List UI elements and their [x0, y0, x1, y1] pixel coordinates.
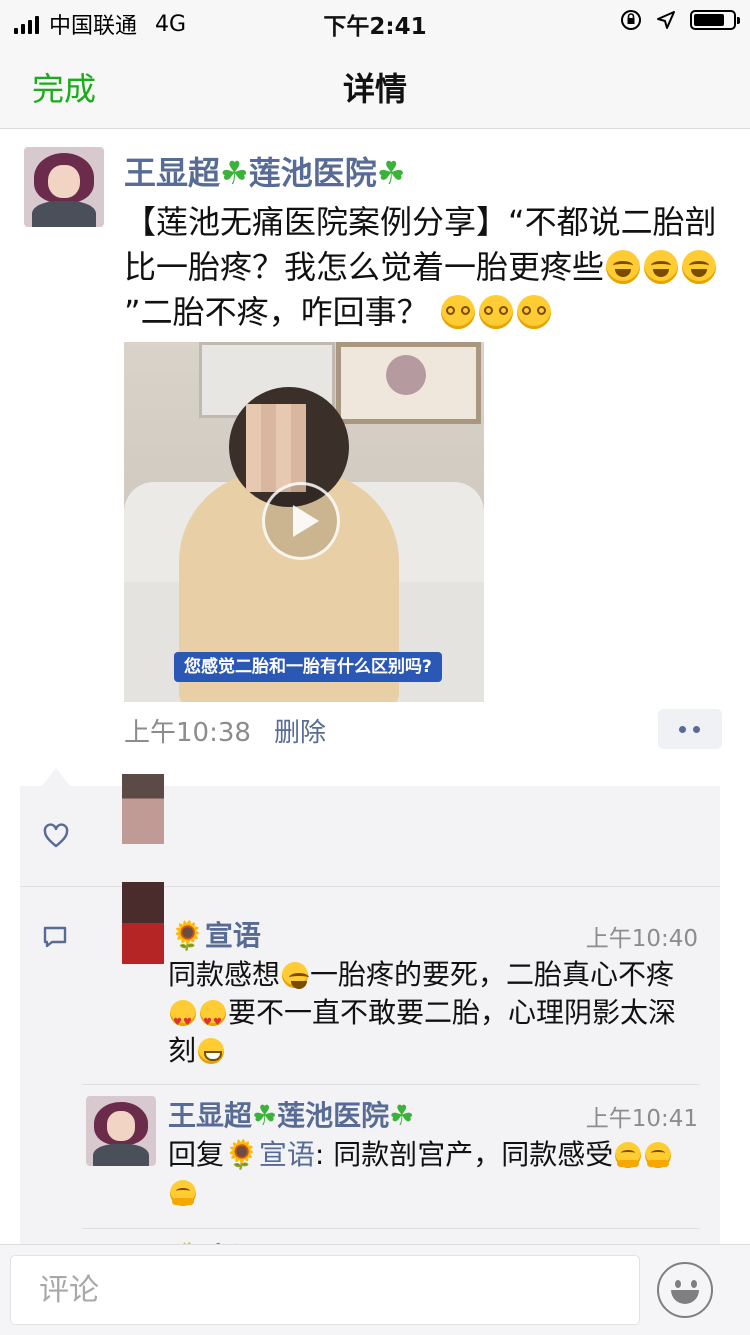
panel-arrow	[42, 768, 70, 786]
hugging-emoji-icon	[170, 1180, 196, 1206]
comment-text-part: 要不一直不敢要二胎，心理阴影太深刻	[168, 996, 677, 1067]
clover-icon: ☘	[376, 154, 406, 192]
reply-text[interactable]: 回复🌻宣语: 同款剖宫产，同款感受	[168, 1136, 700, 1212]
video-caption: 您感觉二胎和一胎有什么区别吗?	[174, 652, 442, 682]
comment-divider	[82, 1228, 700, 1229]
liker-avatar[interactable]	[122, 774, 164, 844]
reply-author-text: 王显超	[168, 1099, 253, 1132]
heart-eyes-emoji-icon	[200, 1000, 226, 1042]
location-icon	[657, 11, 675, 29]
page-title: 详情	[342, 70, 407, 108]
clover-icon: ☘	[389, 1099, 415, 1132]
comment-bar	[0, 1244, 750, 1335]
post-text-part2: ”二胎不疼，咋回事？	[124, 293, 429, 331]
interaction-panel: 🌻宣语 上午10:40 同款感想一胎疼的要死，二胎真心不疼要不一直不敢要二胎，心…	[20, 774, 720, 1274]
wall-picture	[336, 342, 481, 424]
comment-text-part: 同款感想	[168, 958, 281, 991]
comment-input[interactable]	[10, 1255, 640, 1325]
author-name-text: 王显超	[124, 154, 221, 192]
author-org-text: 莲池医院	[248, 154, 377, 192]
flushed-emoji-icon	[478, 295, 513, 329]
author-reply-avatar[interactable]	[86, 1096, 156, 1166]
commenter-name-text: 宣语	[204, 919, 261, 952]
reply-text-body: : 同款剖宫产，同款感受	[314, 1138, 614, 1171]
more-actions-button[interactable]	[658, 709, 722, 749]
tears-of-joy-emoji-icon	[644, 250, 679, 284]
tears-of-joy-emoji-icon	[606, 250, 641, 284]
comment-text-part: 一胎疼的要死，二胎真心不疼	[310, 958, 675, 991]
play-icon[interactable]	[262, 482, 340, 560]
clover-icon: ☘	[220, 154, 249, 192]
comment-divider	[82, 1084, 700, 1085]
status-bar: 中国联通 4G 下午2:41	[0, 0, 750, 42]
clover-icon: ☘	[252, 1099, 278, 1132]
comment-icon	[43, 926, 67, 948]
reply-prefix: 回复	[168, 1138, 225, 1171]
comment-time: 上午10:40	[585, 926, 698, 952]
emoji-button[interactable]	[657, 1262, 713, 1318]
post-text: 【莲池无痛医院案例分享】“不都说二胎剖比一胎疼？我怎么觉着一胎更疼些”二胎不疼，…	[124, 200, 730, 335]
nav-bar: 完成 详情	[0, 42, 750, 129]
likes-row	[20, 774, 720, 887]
reply-org-text: 莲池医院	[277, 1099, 390, 1132]
author-name[interactable]: 王显超☘莲池医院☘	[124, 148, 405, 194]
flushed-emoji-icon	[516, 295, 551, 329]
crying-laughing-emoji-icon	[282, 962, 310, 989]
author-avatar[interactable]	[24, 147, 104, 227]
sunflower-icon: 🌻	[170, 919, 205, 952]
grinning-emoji-icon	[198, 1038, 225, 1064]
heart-eyes-emoji-icon	[170, 1000, 196, 1042]
heart-icon	[43, 823, 69, 848]
reply-author-name[interactable]: 王显超☘莲池医院☘	[168, 1094, 414, 1134]
hugging-emoji-icon	[615, 1142, 642, 1168]
sunflower-icon: 🌻	[224, 1138, 259, 1171]
commenter-avatar[interactable]	[122, 882, 164, 964]
battery-icon	[690, 10, 740, 30]
tears-of-joy-emoji-icon	[682, 250, 717, 284]
hugging-emoji-icon	[645, 1142, 672, 1168]
commenter-name[interactable]: 🌻宣语	[170, 914, 261, 954]
status-right	[620, 9, 740, 31]
reply-time: 上午10:41	[585, 1106, 698, 1132]
delete-link[interactable]: 删除	[274, 712, 326, 749]
flushed-emoji-icon	[440, 295, 475, 329]
post-time: 上午10:38	[124, 718, 251, 748]
blurred-face	[246, 404, 306, 492]
comment-text[interactable]: 同款感想一胎疼的要死，二胎真心不疼要不一直不敢要二胎，心理阴影太深刻	[168, 956, 700, 1070]
video-thumbnail[interactable]: 您感觉二胎和一胎有什么区别吗?	[124, 342, 484, 702]
reply-target-name[interactable]: 宣语	[259, 1138, 315, 1171]
orientation-lock-icon	[621, 10, 641, 30]
